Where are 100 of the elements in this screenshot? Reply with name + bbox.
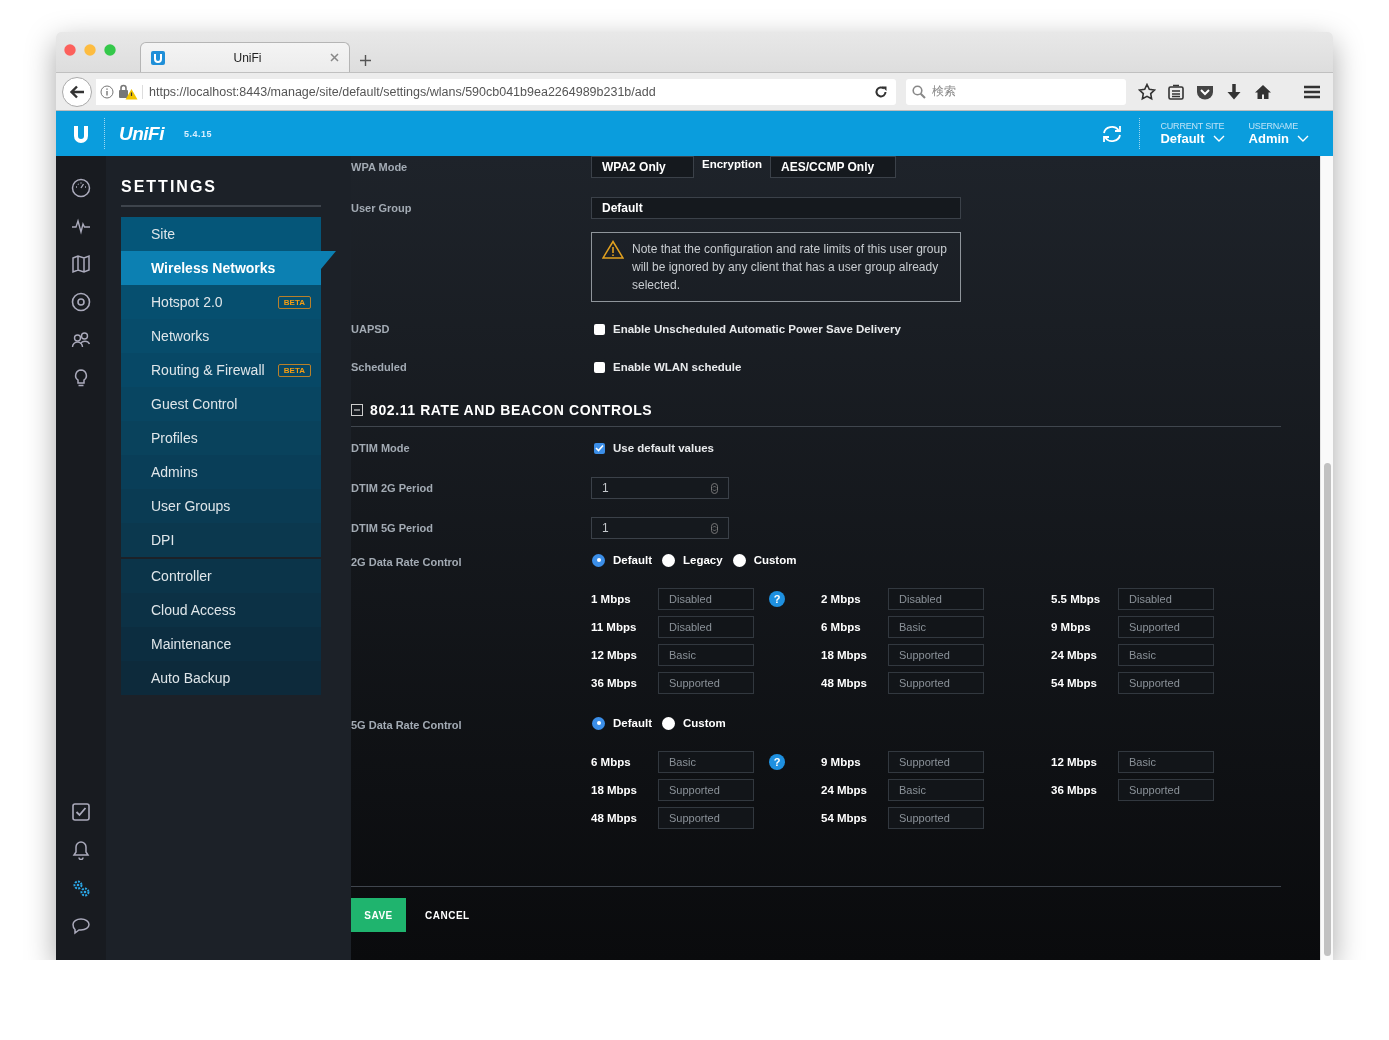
select-field[interactable]: Supported [1118,779,1214,801]
radio-option[interactable]: Default [592,553,652,567]
radio-option[interactable]: Custom [662,716,726,730]
field-label: WPA Mode [351,161,409,173]
home-icon[interactable] [1254,83,1272,100]
warning-icon [602,240,624,259]
section-title: 802.11 RATE AND BEACON CONTROLS [370,402,653,418]
checkbox-icon[interactable] [71,802,91,822]
back-arrow-icon [69,84,85,99]
radio-option[interactable]: Custom [732,553,797,567]
pocket-icon[interactable] [1196,83,1214,100]
select-field[interactable]: Basic [1118,644,1214,666]
collapse-icon[interactable] [351,404,363,416]
rate-label: 36 Mbps [591,677,638,689]
tab-title: UniFi [232,50,263,65]
select-field[interactable]: Supported [888,807,984,829]
beta-badge: BETA [277,363,311,377]
map-icon[interactable] [71,254,91,274]
menu-icon[interactable] [1303,84,1321,99]
spinner-icon[interactable] [711,482,718,494]
lock-warning-icon[interactable] [118,83,138,100]
dashboard-icon[interactable] [71,178,91,198]
browser-tab[interactable]: UniFi [140,42,350,72]
select-field[interactable]: Disabled [1118,588,1214,610]
field-label: DTIM 5G Period [351,522,434,534]
cancel-button[interactable]: CANCEL [425,907,470,923]
select-field[interactable]: Basic [658,644,754,666]
rate-label: 9 Mbps [821,756,862,768]
back-button[interactable] [62,76,92,107]
rate-label: 6 Mbps [591,756,632,768]
beta-badge: BETA [277,295,311,309]
select-field[interactable]: Default [591,197,961,219]
rate-label: 12 Mbps [591,649,638,661]
select-field[interactable]: Basic [658,751,754,773]
reading-list-icon[interactable] [1168,83,1184,100]
select-field[interactable]: Disabled [658,588,754,610]
version-text: 5.4.15 [184,128,213,139]
download-icon[interactable] [1226,82,1242,101]
field-label: Scheduled [351,361,408,373]
number-field[interactable]: 1 [591,477,729,499]
close-icon[interactable] [330,53,339,62]
scrollbar-thumb[interactable] [1324,463,1331,956]
select-field[interactable]: Supported [658,779,754,801]
star-icon[interactable] [1138,82,1156,101]
unifi-logo-icon [151,50,165,65]
warning-note: Note that the configuration and rate limits of this user group will be ignored by any client that has a user group already selected. [591,232,961,302]
spinner-icon[interactable] [711,522,718,534]
field-label: DTIM 2G Period [351,482,434,494]
radio-option[interactable]: Legacy [662,553,723,567]
checkbox[interactable]: Enable WLAN schedule [591,361,1281,373]
rate-label: 5.5 Mbps [1051,593,1102,605]
checkbox[interactable]: Enable Unscheduled Automatic Power Save Delivery [591,323,1281,335]
new-tab-icon[interactable] [360,55,371,66]
select-field[interactable]: Basic [1118,751,1214,773]
checkbox[interactable]: Use default values [591,442,1281,454]
chevron-down-icon [1212,134,1225,143]
field-label: 5G Data Rate Control [351,718,463,731]
ubiquiti-logo-icon [72,123,90,144]
reload-icon[interactable] [874,84,888,99]
field-label: Encryption [702,157,763,170]
bell-icon[interactable] [71,840,91,860]
select-field[interactable]: Supported [888,644,984,666]
radio-option[interactable]: Default [592,716,652,730]
users-icon[interactable] [71,330,91,350]
settings-title: SETTINGS [121,178,321,207]
select-field[interactable]: Basic [888,779,984,801]
field-label: DTIM Mode [351,442,411,454]
select-field[interactable]: Supported [888,672,984,694]
rate-label: 36 Mbps [1051,784,1098,796]
select-field[interactable]: Supported [658,672,754,694]
field-label: User Group [351,202,413,214]
search-icon [912,84,926,99]
rate-label: 6 Mbps [821,621,862,633]
select-field[interactable]: Supported [658,807,754,829]
rate-label: 18 Mbps [821,649,868,661]
select-field[interactable]: AES/CCMP Only [770,156,897,178]
number-field[interactable]: 1 [591,517,729,539]
target-icon[interactable] [71,292,91,312]
rate-label: 9 Mbps [1051,621,1092,633]
rate-label: 24 Mbps [821,784,868,796]
select-field[interactable]: Disabled [658,616,754,638]
select-field[interactable]: WPA2 Only [591,156,694,178]
select-field[interactable]: Supported [1118,672,1214,694]
settings-menu-item[interactable]: Wireless Networks [121,251,336,285]
chat-icon[interactable] [71,916,91,936]
settings-icon[interactable] [71,878,91,898]
address-bar[interactable]: https://localhost:8443/manage/site/default/settings/wlans/590cb041b9ea2264989b231b/add [96,78,896,105]
select-field[interactable]: Supported [888,751,984,773]
rate-label: 24 Mbps [1051,649,1098,661]
select-field[interactable]: Basic [888,616,984,638]
rate-label: 48 Mbps [591,812,638,824]
rate-label: 2 Mbps [821,593,862,605]
rate-label: 48 Mbps [821,677,868,689]
info-icon[interactable] [100,84,114,99]
field-label: UAPSD [351,323,391,335]
select-field[interactable]: Supported [1118,616,1214,638]
select-field[interactable]: Disabled [888,588,984,610]
sync-icon[interactable] [1101,123,1124,144]
search-field[interactable]: 検索 [906,78,1126,105]
rate-label: 11 Mbps [591,621,638,633]
